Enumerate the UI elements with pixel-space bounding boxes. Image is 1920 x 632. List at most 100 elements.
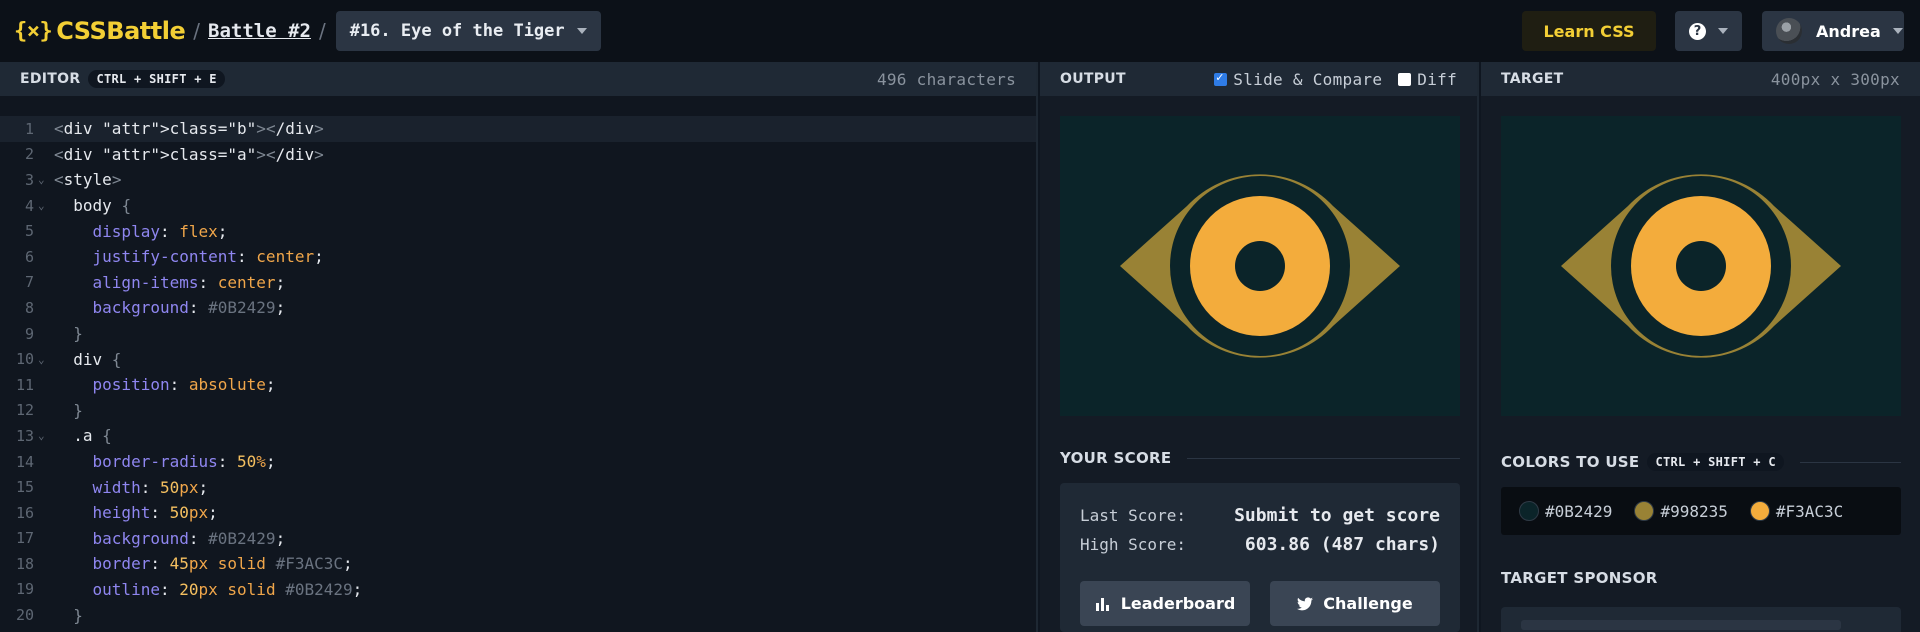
question-circle-icon: ?	[1689, 22, 1706, 40]
slide-compare-toggle[interactable]: Slide & Compare	[1214, 70, 1382, 89]
colors-shortcut-badge: CTRL + SHIFT + C	[1647, 453, 1784, 471]
code-line[interactable]: 17 background: #0B2429;	[0, 526, 1036, 552]
last-score-row: Last Score: Submit to get score	[1080, 501, 1440, 530]
user-menu-button[interactable]: Andrea	[1762, 11, 1904, 51]
line-number: 20	[15, 606, 34, 625]
high-score-label: High Score:	[1080, 535, 1186, 554]
color-palette: #0B2429 #998235 #F3AC3C	[1501, 487, 1901, 535]
code-text: display: flex;	[92, 221, 228, 241]
sponsor-card[interactable]	[1501, 607, 1901, 632]
leaderboard-label: Leaderboard	[1120, 594, 1236, 613]
color-dot	[1634, 501, 1655, 521]
target-title: TARGET	[1501, 71, 1564, 87]
color-hex: #F3AC3C	[1775, 501, 1844, 521]
target-sponsor-heading: TARGET SPONSOR	[1501, 569, 1901, 587]
code-text: width: 50px;	[92, 477, 209, 497]
learn-css-button[interactable]: Learn CSS	[1522, 11, 1656, 51]
color-swatch[interactable]: #0B2429	[1519, 501, 1612, 521]
code-line[interactable]: 12 }	[0, 398, 1036, 424]
code-text: border-radius: 50%;	[92, 452, 276, 472]
top-bar: {⨯} CSSBattle / Battle #2 / #16. Eye of …	[0, 0, 1920, 62]
logo-text: CSSBattle	[56, 17, 186, 45]
line-number: 6	[24, 247, 34, 266]
line-number: 11	[15, 375, 34, 394]
challenge-select[interactable]: #16. Eye of the Tiger	[335, 11, 601, 51]
breadcrumb-separator: /	[193, 19, 200, 43]
code-line[interactable]: 19 outline: 20px solid #0B2429;	[0, 577, 1036, 603]
line-number: 13	[15, 426, 34, 445]
challenge-button[interactable]: Challenge	[1270, 581, 1440, 626]
output-preview[interactable]	[1060, 116, 1460, 416]
user-name: Andrea	[1816, 21, 1881, 41]
line-number: 15	[15, 478, 34, 497]
slide-compare-checkbox[interactable]	[1214, 71, 1228, 86]
diff-toggle[interactable]: Diff	[1398, 70, 1457, 89]
fold-chevron-icon[interactable]: ⌄	[34, 429, 54, 442]
code-line[interactable]: 5 display: flex;	[0, 218, 1036, 244]
code-text: background: #0B2429;	[92, 298, 286, 318]
breadcrumb-battle-link[interactable]: Battle #2	[208, 20, 311, 42]
code-line[interactable]: 6 justify-content: center;	[0, 244, 1036, 270]
your-score-heading: YOUR SCORE	[1060, 449, 1460, 467]
target-eye-drawing	[1501, 116, 1901, 416]
editor-header: EDITOR CTRL + SHIFT + E 496 characters	[0, 62, 1036, 96]
code-line[interactable]: 2 <div "attr">class="a"></div>	[0, 142, 1036, 168]
code-line[interactable]: 11 position: absolute;	[0, 372, 1036, 398]
fold-chevron-icon[interactable]: ⌄	[34, 173, 54, 186]
target-sponsor-title: TARGET SPONSOR	[1501, 569, 1658, 587]
colors-to-use-heading: COLORS TO USE CTRL + SHIFT + C	[1501, 453, 1901, 471]
line-number: 16	[15, 503, 34, 522]
diff-checkbox[interactable]	[1398, 72, 1412, 86]
code-line[interactable]: 10 ⌄ div {	[0, 346, 1036, 372]
code-text: justify-content: center;	[92, 247, 324, 267]
color-swatch[interactable]: #F3AC3C	[1749, 501, 1844, 521]
logo-icon: {⨯}	[14, 18, 53, 44]
code-line[interactable]: 20 }	[0, 602, 1036, 628]
code-line[interactable]: 7 align-items: center;	[0, 270, 1036, 296]
leaderboard-button[interactable]: Leaderboard	[1080, 581, 1250, 626]
code-line[interactable]: 8 background: #0B2429;	[0, 295, 1036, 321]
code-line[interactable]: 16 height: 50px;	[0, 500, 1036, 526]
line-number: 9	[24, 324, 34, 343]
breadcrumb-separator: /	[318, 19, 326, 43]
character-count: 496 characters	[876, 69, 1016, 89]
your-score-title: YOUR SCORE	[1060, 449, 1172, 467]
help-menu-button[interactable]: ?	[1675, 11, 1742, 51]
target-header: TARGET 400px x 300px	[1481, 62, 1920, 96]
code-text: body {	[54, 196, 132, 216]
fold-chevron-icon[interactable]: ⌄	[34, 353, 54, 366]
code-editor[interactable]: 1 <div "attr">class="b"></div> 2 <div "attr…	[0, 116, 1036, 628]
code-line[interactable]: 18 border: 45px solid #F3AC3C;	[0, 551, 1036, 577]
fold-chevron-icon[interactable]: ⌄	[34, 199, 54, 212]
code-line[interactable]: 13 ⌄ .a {	[0, 423, 1036, 449]
avatar	[1776, 18, 1802, 44]
divider	[1187, 457, 1460, 459]
line-number: 8	[24, 298, 34, 317]
diff-label: Diff	[1417, 69, 1457, 89]
editor-shortcut-badge: CTRL + SHIFT + E	[88, 70, 225, 88]
target-image[interactable]	[1501, 116, 1901, 416]
code-text: }	[73, 324, 83, 344]
target-size: 400px x 300px	[1770, 69, 1900, 89]
challenge-label: Challenge	[1323, 594, 1413, 613]
color-swatch[interactable]: #998235	[1634, 501, 1728, 521]
cssbattle-logo[interactable]: {⨯} CSSBattle	[14, 17, 186, 45]
code-line[interactable]: 9 }	[0, 321, 1036, 347]
chevron-down-icon	[576, 28, 587, 34]
line-number: 19	[15, 580, 34, 599]
line-number: 10	[15, 350, 34, 369]
output-header: OUTPUT Slide & Compare Diff	[1040, 62, 1477, 96]
code-line[interactable]: 15 width: 50px;	[0, 474, 1036, 500]
code-text: align-items: center;	[92, 272, 286, 292]
code-text: border: 45px solid #F3AC3C;	[92, 554, 353, 574]
colors-to-use-title: COLORS TO USE	[1501, 453, 1640, 471]
color-hex: #0B2429	[1545, 501, 1613, 521]
sponsor-placeholder	[1521, 620, 1841, 630]
chevron-down-icon	[1892, 28, 1903, 34]
code-line[interactable]: 3 ⌄ <style>	[0, 167, 1036, 193]
line-number: 17	[15, 529, 34, 548]
output-eye-drawing	[1060, 116, 1460, 416]
code-line[interactable]: 14 border-radius: 50%;	[0, 449, 1036, 475]
code-line[interactable]: 1 <div "attr">class="b"></div>	[0, 116, 1036, 142]
code-line[interactable]: 4 ⌄ body {	[0, 193, 1036, 219]
